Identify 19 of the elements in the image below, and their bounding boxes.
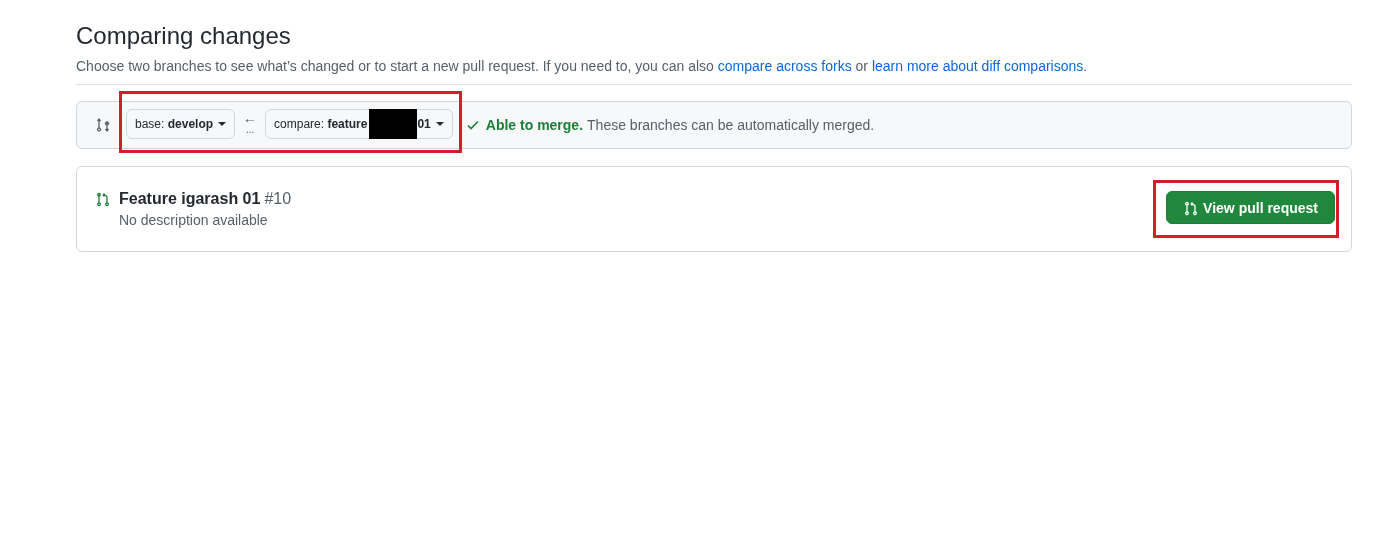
pull-request-icon (95, 191, 111, 207)
pull-request-icon (1183, 199, 1200, 216)
merge-status: Able to merge. (485, 117, 584, 133)
compare-icon (95, 117, 111, 133)
description-text: Choose two branches to see what’s changed or to start a new pull request. If you need to, you can also compare across forks or learn more about diff comparisons. (76, 58, 1089, 74)
view-pull-request-button[interactable]: View pull request (1166, 191, 1335, 224)
base-branch-dropdown[interactable]: base: develop (126, 109, 236, 139)
page-title: Comparing changes (76, 21, 292, 51)
pull-request-title[interactable]: Feature igarash 01 (119, 190, 261, 207)
merge-note: These branches can be automatically merged. (587, 117, 875, 133)
pull-request-description: No description available (119, 212, 269, 228)
caret-icon (218, 122, 227, 126)
pull-request-number: #10 (264, 190, 292, 207)
caret-icon (435, 122, 444, 126)
ellipsis-text: ... (245, 124, 255, 136)
arrow-icon: ← (243, 112, 258, 124)
compare-forks-link[interactable]: compare across forks (717, 58, 852, 74)
check-icon (465, 118, 480, 132)
compare-branch-dropdown[interactable]: compare: feature 01 (265, 109, 453, 139)
